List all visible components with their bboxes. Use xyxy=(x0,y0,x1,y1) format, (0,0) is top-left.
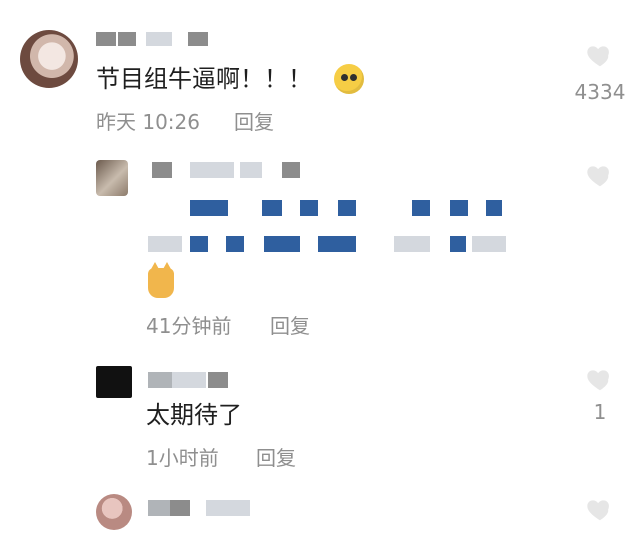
like-control[interactable]: 4334 xyxy=(568,40,632,106)
redacted-username xyxy=(146,32,172,46)
redacted-username xyxy=(96,32,116,46)
redacted-comment-text xyxy=(450,236,466,252)
avatar[interactable] xyxy=(96,494,132,530)
avatar[interactable] xyxy=(20,30,78,88)
pleading-face-emoji-icon xyxy=(334,64,364,94)
redacted-username xyxy=(190,162,234,178)
comment-time: 昨天 10:26 xyxy=(96,110,200,134)
like-control[interactable] xyxy=(568,494,632,528)
redacted-comment-text xyxy=(226,236,244,252)
comment-time: 41分钟前 xyxy=(146,314,232,338)
redacted-comment-text xyxy=(264,236,300,252)
redacted-comment-text xyxy=(486,200,502,216)
reply-button[interactable]: 回复 xyxy=(270,314,310,338)
like-count: 4334 xyxy=(574,80,626,104)
redacted-username xyxy=(188,32,208,46)
heart-icon[interactable] xyxy=(583,364,617,394)
reply-button[interactable]: 回复 xyxy=(234,110,274,134)
like-control[interactable]: 1 xyxy=(568,364,632,426)
cat-emoji-icon xyxy=(148,262,174,298)
redacted-username xyxy=(172,372,206,388)
avatar[interactable] xyxy=(96,160,128,196)
redacted-comment-text xyxy=(394,236,430,252)
redacted-username xyxy=(240,162,262,178)
heart-icon[interactable] xyxy=(583,494,617,524)
redacted-comment-text xyxy=(190,200,208,216)
comment-time: 1小时前 xyxy=(146,446,219,470)
redacted-comment-text xyxy=(338,200,356,216)
redacted-comment-text xyxy=(190,236,208,252)
redacted-comment-text xyxy=(208,200,228,216)
redacted-username xyxy=(170,500,190,516)
redacted-comment-text xyxy=(262,200,282,216)
redacted-comment-text xyxy=(450,200,468,216)
comment-text: 太期待了 xyxy=(146,401,242,429)
redacted-username xyxy=(118,32,136,46)
avatar[interactable] xyxy=(96,366,132,398)
redacted-comment-text xyxy=(412,200,430,216)
redacted-comment-text xyxy=(318,236,356,252)
comment-text: 节目组牛逼啊！！！ xyxy=(96,65,312,93)
heart-icon[interactable] xyxy=(583,40,617,70)
redacted-username xyxy=(206,500,226,516)
redacted-comment-text xyxy=(148,236,182,252)
heart-icon[interactable] xyxy=(583,160,617,190)
redacted-username xyxy=(148,372,172,388)
reply-button[interactable]: 回复 xyxy=(256,446,296,470)
redacted-username xyxy=(226,500,250,516)
like-control[interactable] xyxy=(568,160,632,194)
redacted-username xyxy=(152,162,172,178)
redacted-username xyxy=(282,162,300,178)
redacted-comment-text xyxy=(300,200,318,216)
redacted-comment-text xyxy=(472,236,506,252)
like-count: 1 xyxy=(593,400,607,424)
redacted-username xyxy=(208,372,228,388)
redacted-username xyxy=(148,500,170,516)
